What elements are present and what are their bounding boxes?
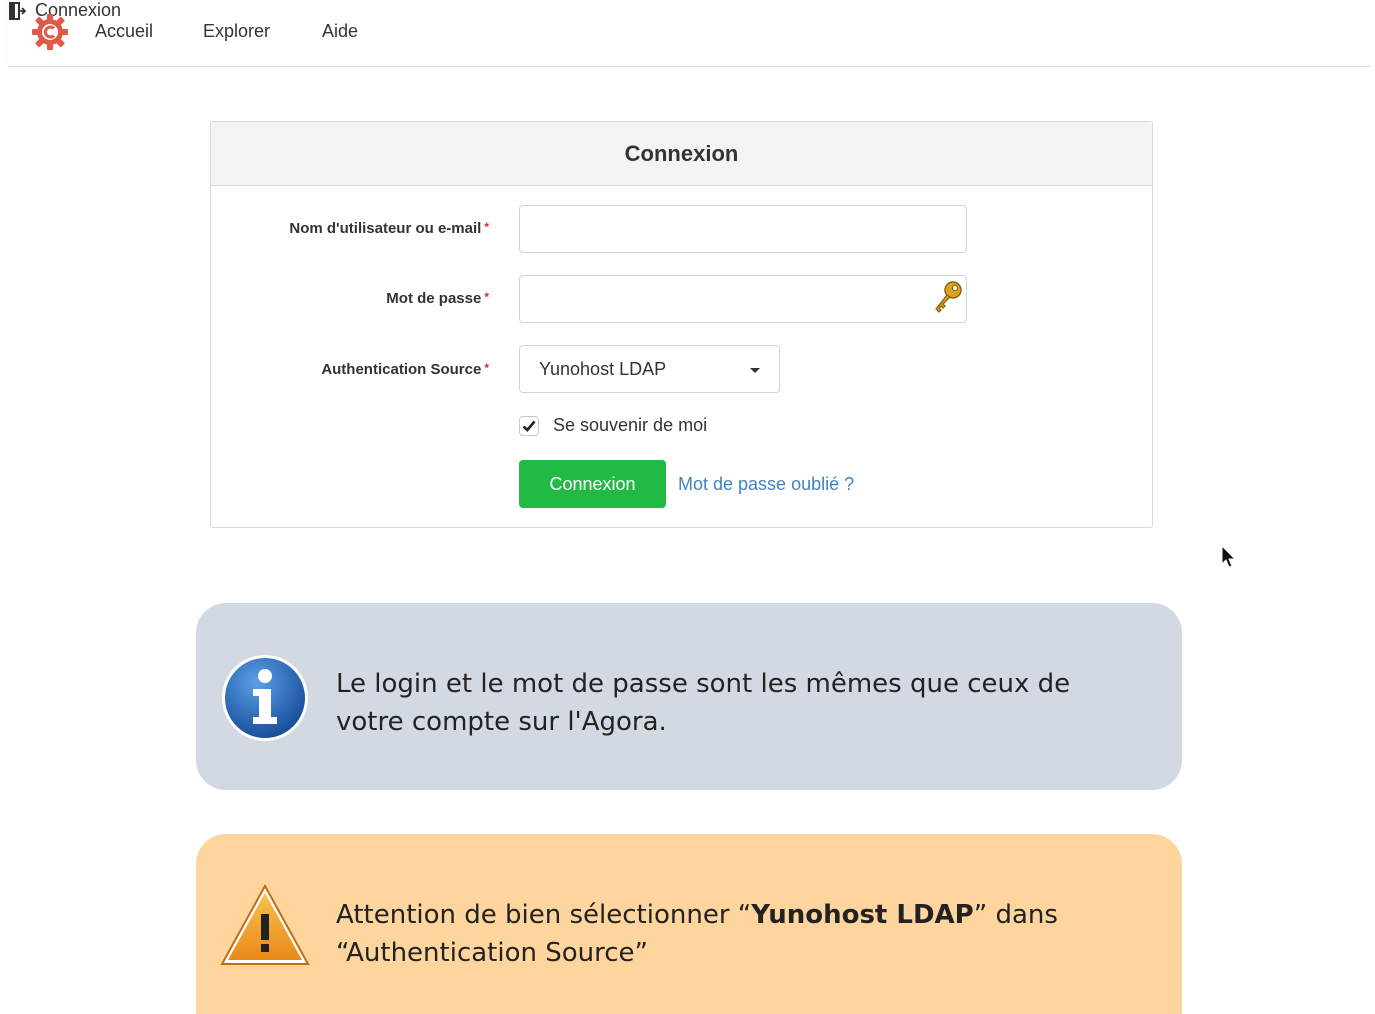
password-label-text: Mot de passe xyxy=(386,290,482,307)
warning-text-before: Attention de bien sélectionner “ xyxy=(336,900,752,930)
warning-text-bold: Yunohost LDAP xyxy=(751,900,974,930)
login-panel-title: Connexion xyxy=(624,140,739,166)
check-icon xyxy=(522,420,536,432)
auth-source-select[interactable]: Yunohost LDAP xyxy=(519,345,780,393)
nav-login-link[interactable]: Connexion xyxy=(8,0,1370,21)
top-navbar: Accueil Explorer Aide Connexion xyxy=(8,0,1370,67)
required-mark: * xyxy=(484,290,489,304)
warning-note-text: Attention de bien sélectionner “Yunohost… xyxy=(336,896,1136,972)
key-icon[interactable] xyxy=(931,279,965,315)
remember-me-label: Se souvenir de moi xyxy=(553,415,708,435)
door-exit-icon xyxy=(9,1,26,20)
password-label: Mot de passe * xyxy=(386,290,489,307)
login-submit-button[interactable]: Connexion xyxy=(519,460,666,508)
username-label-text: Nom d'utilisateur ou e-mail xyxy=(289,220,482,237)
page: Accueil Explorer Aide Connexion Connexio… xyxy=(0,0,1375,1014)
info-note-text: Le login et le mot de passe sont les mêm… xyxy=(336,669,1071,737)
info-icon xyxy=(222,655,308,741)
caret-down-icon xyxy=(750,368,760,373)
remember-me-checkbox[interactable]: Se souvenir de moi xyxy=(519,415,707,436)
auth-source-label-text: Authentication Source xyxy=(321,361,482,378)
nav-explore-link[interactable]: Explorer xyxy=(203,21,270,42)
username-input[interactable] xyxy=(519,205,967,253)
username-label: Nom d'utilisateur ou e-mail * xyxy=(289,220,489,237)
logo-icon[interactable] xyxy=(30,12,70,52)
checkbox-box[interactable] xyxy=(519,415,539,436)
info-note: Le login et le mot de passe sont les mêm… xyxy=(196,603,1182,790)
mouse-cursor-icon xyxy=(1221,545,1237,568)
nav-home-link[interactable]: Accueil xyxy=(95,21,153,42)
auth-source-label: Authentication Source * xyxy=(321,361,489,378)
required-mark: * xyxy=(484,361,489,375)
password-input[interactable] xyxy=(519,275,967,323)
forgot-password-link[interactable]: Mot de passe oublié ? xyxy=(678,474,854,495)
auth-source-value: Yunohost LDAP xyxy=(539,358,667,379)
warning-note: Attention de bien sélectionner “Yunohost… xyxy=(196,834,1182,1014)
warning-triangle-icon xyxy=(220,883,310,965)
login-panel: Connexion Nom d'utilisateur ou e-mail * M… xyxy=(210,121,1153,528)
login-panel-header: Connexion xyxy=(211,122,1152,186)
required-mark: * xyxy=(484,220,489,234)
nav-help-link[interactable]: Aide xyxy=(322,21,358,42)
